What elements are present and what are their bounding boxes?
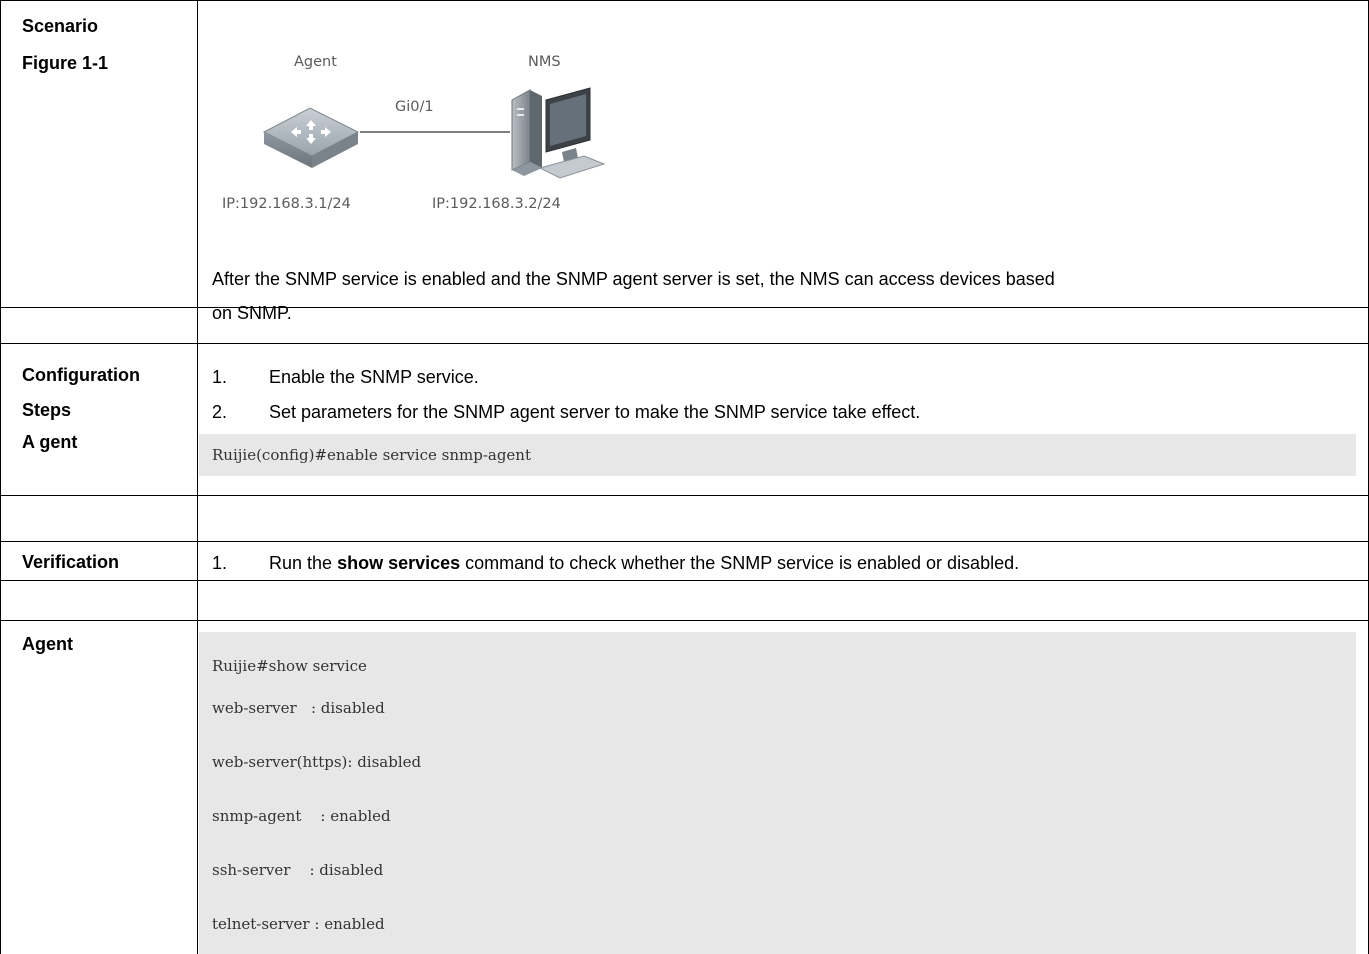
verification-step-number: 1.: [212, 553, 228, 573]
verification-text-after: command to check whether the SNMP servic…: [465, 553, 1020, 573]
row-divider: [0, 343, 1369, 344]
step-text: Set parameters for the SNMP agent server…: [269, 402, 921, 422]
agent-config-label: A gent: [22, 432, 78, 452]
code-line: web-server : disabled: [212, 699, 385, 717]
row-divider: [0, 0, 1369, 1]
row-divider: [0, 620, 1369, 621]
code-line: web-server(https): disabled: [212, 753, 422, 771]
column-divider: [197, 0, 198, 954]
agent-config-code-block: Ruijie(config)#enable service snmp-agent: [199, 434, 1356, 476]
verification-step-text: Run the show services command to check w…: [269, 552, 1019, 574]
config-steps-label: Configuration: [22, 365, 140, 385]
scenario-description-line1: After the SNMP service is enabled and th…: [212, 269, 1055, 289]
code-line: ssh-server : disabled: [212, 861, 384, 879]
figure-label: Figure 1-1: [22, 53, 109, 73]
pc-workstation-icon: [511, 87, 606, 179]
nms-ip-label: IP:192.168.3.2/24: [432, 196, 561, 212]
agent-ip-label: IP:192.168.3.1/24: [222, 196, 351, 212]
agent-output-label: Agent: [22, 634, 73, 654]
verification-text-before: Run the: [269, 553, 333, 573]
agent-output-code-block: Ruijie#show service web-server : disable…: [199, 632, 1356, 954]
code-line: Ruijie(config)#enable service snmp-agent: [212, 446, 531, 464]
topology-diagram: Agent NMS Gi0/1 IP:192.168.3.1/24 IP:192…: [212, 40, 672, 230]
scenario-description-line2: on SNMP.: [212, 303, 292, 323]
step-number: 1.: [212, 367, 228, 387]
row-divider: [0, 495, 1369, 496]
step-number: 2.: [212, 402, 228, 422]
code-line: Ruijie#show service: [212, 657, 367, 675]
topology-graphics: [262, 87, 606, 179]
code-line: snmp-agent : enabled: [212, 807, 391, 825]
verification-label: Verification: [22, 552, 120, 572]
config-steps-label-line2: Steps: [22, 400, 72, 420]
row-divider: [0, 541, 1369, 542]
row-divider: [0, 580, 1369, 581]
verification-command: show services: [337, 553, 461, 573]
scenario-label: Scenario: [22, 16, 99, 36]
step-text: Enable the SNMP service.: [269, 367, 479, 387]
switch-icon: [262, 107, 360, 168]
code-line: telnet-server : enabled: [212, 915, 385, 933]
table-left-border: [0, 0, 1, 954]
